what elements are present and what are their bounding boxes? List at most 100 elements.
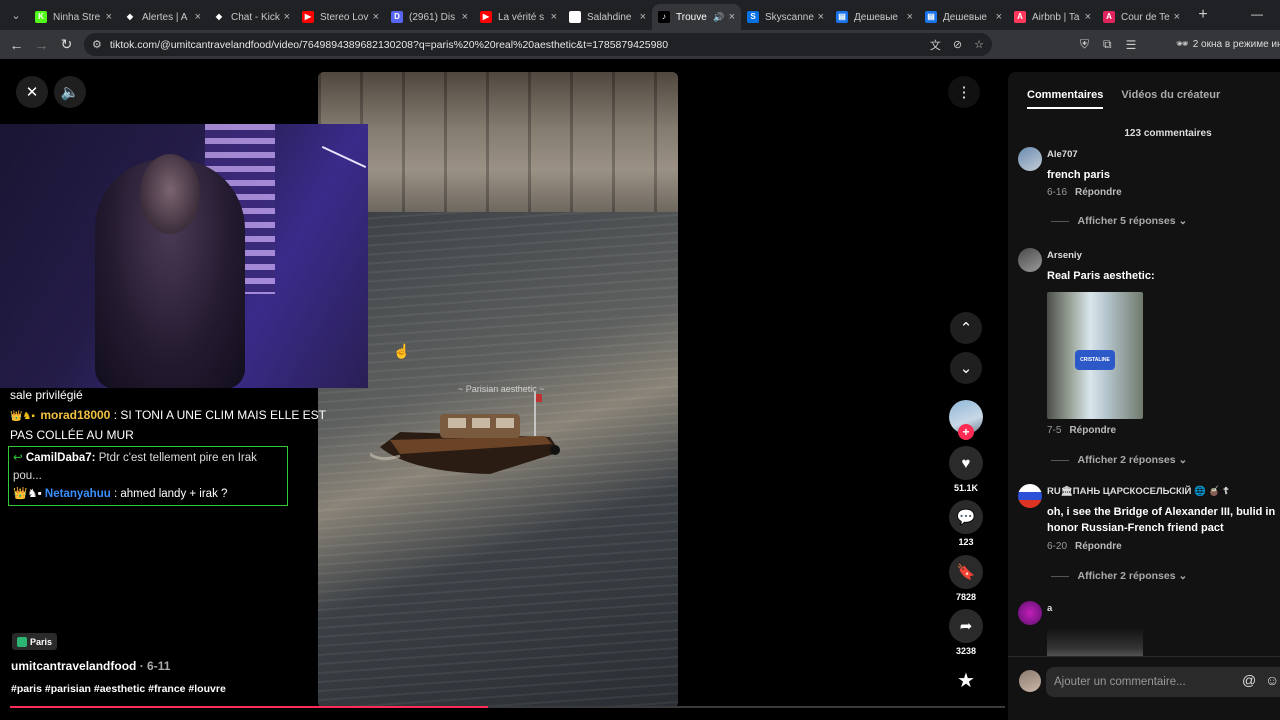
share-count: 3238 [955,646,977,656]
close-icon[interactable]: ✕ [16,76,48,108]
translate-icon[interactable]: 文 [930,37,941,53]
follow-plus-icon[interactable]: + [958,424,974,440]
browser-tab[interactable]: ▶ Stereo Lov × [296,4,385,30]
commenter-name[interactable]: RU🏛ПАНЬ ЦАРСКОСЕЛЬСКІЙ 🌐 🧉 ☦ [1047,486,1229,497]
effects-button[interactable]: ★ [948,663,984,697]
browser-tab[interactable]: D (2961) Dis × [385,4,474,30]
browser-tab[interactable]: ♪ Trouve 🔊 × [652,4,741,30]
tab-favicon-icon: ▤ [836,11,848,23]
tab-comments[interactable]: Commentaires [1027,89,1104,109]
comment-text: Real Paris aesthetic: [1047,270,1155,282]
tab-close-icon[interactable]: × [106,11,112,23]
commenter-name[interactable]: a [1047,603,1052,614]
incognito-indicator[interactable]: 🕶 2 окна в режиме инкогн [1176,30,1280,59]
tab-close-icon[interactable]: × [1174,11,1180,23]
minimize-icon[interactable]: — [1234,0,1280,30]
mention-at-icon[interactable]: @ [1242,672,1256,688]
comment-item: a [1018,601,1280,661]
url-input[interactable]: ⚙ tiktok.com/@umitcantravelandfood/video… [84,33,992,56]
tab-close-icon[interactable]: × [907,11,913,23]
tab-close-icon[interactable]: × [996,11,1002,23]
reply-button[interactable]: Répondre [1075,541,1122,552]
show-replies-label: Afficher 5 réponses [1077,215,1176,227]
previous-video-chevron-up-icon[interactable]: ⌃ [950,312,982,344]
like-button[interactable]: ♥ 51.1K [948,446,984,493]
video-progress-bar[interactable] [10,706,1005,708]
post-hashtags[interactable]: #paris #parisian #aesthetic #france #lou… [11,683,226,695]
volume-icon[interactable]: 🔈 [54,76,86,108]
location-pin-icon [17,636,27,647]
tab-close-icon[interactable]: × [284,11,290,23]
extensions-puzzle-icon[interactable]: ⧉ [1103,37,1112,52]
tab-favicon-icon: K [35,11,47,23]
comment-date: 6-20 [1047,541,1068,552]
chevron-down-icon: ⌄ [1178,570,1188,582]
reload-icon[interactable]: ↻ [54,36,79,53]
tab-close-icon[interactable]: × [640,11,646,23]
streamer-webcam-overlay [0,124,368,388]
emoji-icon[interactable]: ☺ [1265,672,1279,688]
browser-tab[interactable]: A Airbnb | Ta × [1008,4,1097,30]
video-player[interactable]: ~ Parisian aesthetic ~ [318,72,678,708]
tab-close-icon[interactable]: × [195,11,201,23]
show-replies-button[interactable]: Afficher 2 réponses ⌄ [1051,570,1188,582]
omnibox-icons: 文 ⊘ ☆ [930,33,984,56]
tab-creator-videos[interactable]: Vidéos du créateur [1121,89,1220,109]
comment-item: Ale707 french paris 6-16 Répondre Affiche… [1018,147,1280,227]
reply-button[interactable]: Répondre [1075,187,1122,198]
tab-close-icon[interactable]: × [373,11,379,23]
creator-avatar-button[interactable]: + [948,400,984,440]
browser-tab[interactable]: K Ninha Stre × [29,4,118,30]
commenter-name[interactable]: Ale707 [1047,149,1078,160]
forward-icon[interactable]: → [29,37,54,53]
tab-title: Дешевые [943,11,987,23]
video-progress-fill [10,706,488,708]
panel-tabs: Commentaires Vidéos du créateur [1027,89,1220,109]
browser-tab[interactable]: ▶ La vérité s × [474,4,563,30]
tab-title: Airbnb | Ta [1032,11,1080,23]
save-button[interactable]: 🔖 7828 [948,555,984,602]
share-button[interactable]: ➦ 3238 [948,609,984,656]
bookmark-star-icon[interactable]: ☆ [974,38,984,51]
site-info-icon[interactable]: ⚙ [92,38,102,51]
commenter-name[interactable]: Arseniy [1047,250,1082,261]
comment-meta: 6-16 Répondre [1047,187,1122,198]
browser-tab[interactable]: ▤ Дешевые × [919,4,1008,30]
back-icon[interactable]: ← [4,37,29,53]
tab-close-icon[interactable]: × [462,11,468,23]
author-username[interactable]: umitcantravelandfood [11,659,136,673]
stream-chat-overlay: sale privilégié 👑♞▪ morad18000 : SI TONI… [0,386,345,506]
comment-image-water-bottle[interactable]: CRISTALINE [1047,292,1143,419]
browser-tab[interactable]: A Cour de Te × [1097,4,1186,30]
tab-search-icon[interactable]: ⌄ [3,4,29,26]
reading-list-icon[interactable]: ☰ [1126,38,1137,52]
tab-close-icon[interactable]: × [1085,11,1091,23]
comment-image[interactable] [1047,627,1143,657]
eye-off-icon[interactable]: ⊘ [953,38,962,51]
reply-button[interactable]: Répondre [1069,425,1116,436]
comment-button[interactable]: 💬 123 [948,500,984,547]
extension-shield-icon[interactable]: ⛨ [1080,37,1089,52]
tab-audio-icon[interactable]: 🔊 [713,12,724,23]
window-controls: — [1234,0,1280,30]
commenter-avatar[interactable] [1018,484,1042,508]
chat-text: sale privilégié [10,388,83,402]
browser-tab[interactable]: ▣ Salahdine × [563,4,652,30]
browser-tab[interactable]: ◆ Chat - Kick × [207,4,296,30]
commenter-avatar[interactable] [1018,147,1042,171]
tab-close-icon[interactable]: × [729,11,735,23]
new-tab-button[interactable]: + [1192,6,1214,24]
browser-tab[interactable]: ▤ Дешевые × [830,4,919,30]
browser-tab[interactable]: ◆ Alertes | A × [118,4,207,30]
location-tag[interactable]: Paris [12,633,58,650]
show-replies-button[interactable]: Afficher 2 réponses ⌄ [1051,454,1188,466]
browser-tab[interactable]: S Skyscanne × [741,4,830,30]
show-replies-button[interactable]: Afficher 5 réponses ⌄ [1051,215,1188,227]
commenter-avatar[interactable] [1018,248,1042,272]
commenter-avatar[interactable] [1018,601,1042,625]
tab-close-icon[interactable]: × [551,11,557,23]
tab-close-icon[interactable]: × [818,11,824,23]
more-options-icon[interactable]: ⋮ [948,76,980,108]
next-video-chevron-down-icon[interactable]: ⌄ [950,352,982,384]
chat-message: 👑♞▪ morad18000 : SI TONI A UNE CLIM MAIS… [0,406,345,444]
